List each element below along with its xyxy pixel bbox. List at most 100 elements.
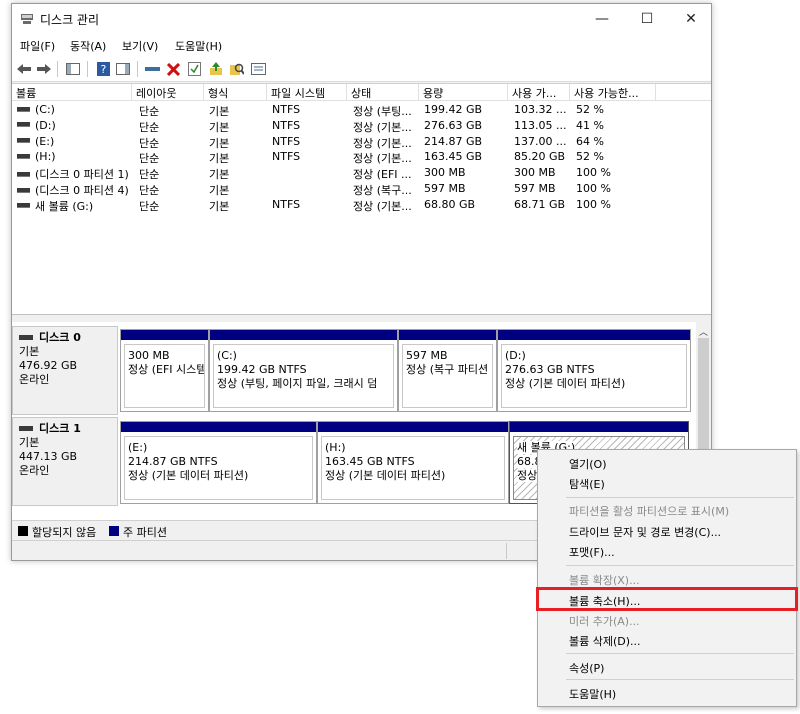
volume-cell: 103.32 ... xyxy=(514,103,566,118)
disk-0-state: 온라인 xyxy=(19,373,50,386)
partition-recovery[interactable]: 597 MB 정상 (복구 파티션 xyxy=(398,329,497,412)
context-menu-item[interactable]: 탐색(E) xyxy=(569,476,605,492)
partition-e[interactable]: (E:) 214.87 GB NTFS 정상 (기본 데이터 파티션) xyxy=(120,421,317,504)
connect-icon[interactable] xyxy=(143,60,161,78)
column-header-type[interactable]: 형식 xyxy=(204,84,267,101)
partition-size: 199.42 GB NTFS xyxy=(217,363,307,376)
volume-cell-text: 113.05 ... xyxy=(514,118,567,132)
context-menu-item[interactable]: 도움말(H) xyxy=(569,686,616,702)
volume-cell: NTFS xyxy=(272,119,300,134)
column-header-percent-free[interactable]: 사용 가능한... xyxy=(570,84,656,101)
volume-cell: 정상 (기본... xyxy=(353,135,412,150)
partition-title: (H:) xyxy=(325,441,346,454)
volume-cell-text: (C:) xyxy=(35,103,55,116)
disk-0-label[interactable]: 디스크 0 기본 476.92 GB 온라인 xyxy=(12,326,118,415)
partition-size: 276.63 GB NTFS xyxy=(505,363,595,376)
volume-name-cell[interactable]: (H:) xyxy=(16,150,56,165)
context-menu-item[interactable]: 포맷(F)... xyxy=(569,544,615,560)
partition-title: (E:) xyxy=(128,441,148,454)
partition-h[interactable]: (H:) 163.45 GB NTFS 정상 (기본 데이터 파티션) xyxy=(317,421,509,504)
volume-cell-text: 정상 (기본... xyxy=(353,120,412,134)
volume-name-cell[interactable]: (E:) xyxy=(16,135,54,150)
volume-cell-text: 137.00 ... xyxy=(514,134,567,148)
partition-status: 정상 (기본 데이터 파티션) xyxy=(128,469,249,482)
console-tree-icon[interactable] xyxy=(64,60,82,78)
volume-cell-text: 기본 xyxy=(209,105,230,118)
context-menu-item[interactable]: 볼륨 삭제(D)... xyxy=(569,633,641,649)
volume-cell: 기본 xyxy=(209,166,229,181)
volume-cell: 단순 xyxy=(139,135,159,150)
volume-cell-text: 기본 xyxy=(209,184,230,197)
disk-0-name: 디스크 0 xyxy=(39,331,81,344)
volume-name-cell[interactable]: (C:) xyxy=(16,103,55,118)
volume-cell: 597 MB xyxy=(424,182,466,197)
maximize-button[interactable]: ☐ xyxy=(625,4,669,34)
volume-cell: NTFS xyxy=(272,150,300,165)
partition-title: (D:) xyxy=(505,349,526,362)
volume-name-cell[interactable]: (디스크 0 파티션 4) xyxy=(16,182,129,197)
volume-cell-text: 단순 xyxy=(139,168,160,182)
back-icon[interactable] xyxy=(15,60,33,78)
column-header-filesystem[interactable]: 파일 시스템 xyxy=(267,84,347,101)
partition-c[interactable]: (C:) 199.42 GB NTFS 정상 (부팅, 페이지 파일, 크래시 덤 xyxy=(209,329,398,412)
volume-cell-text: 정상 (기본... xyxy=(353,152,412,166)
volume-cell: 52 % xyxy=(576,103,604,118)
close-button[interactable]: ✕ xyxy=(669,4,713,34)
volume-cell-text: 단순 xyxy=(139,120,160,134)
volume-name-cell[interactable]: (D:) xyxy=(16,119,56,134)
volume-cell-text: 정상 (기본... xyxy=(353,199,412,213)
delete-icon[interactable] xyxy=(164,60,182,78)
column-header-free-space[interactable]: 사용 가... xyxy=(508,84,570,101)
volume-cell: NTFS xyxy=(272,198,300,213)
menu-view[interactable]: 보기(V) xyxy=(122,38,158,54)
column-header-layout[interactable]: 레이아웃 xyxy=(132,84,204,101)
partition-status: 정상 (부팅, 페이지 파일, 크래시 덤 xyxy=(217,377,378,390)
volume-cell-text: NTFS xyxy=(272,197,301,211)
checklist-icon[interactable] xyxy=(185,60,203,78)
help-icon[interactable]: ? xyxy=(94,60,112,78)
volume-cell: 기본 xyxy=(209,182,229,197)
unallocated-swatch xyxy=(18,526,28,536)
volume-cell-text: 기본 xyxy=(209,120,230,134)
minimize-button[interactable]: — xyxy=(580,4,624,34)
partition-d[interactable]: (D:) 276.63 GB NTFS 정상 (기본 데이터 파티션) xyxy=(497,329,691,412)
context-menu-item[interactable]: 열기(O) xyxy=(569,456,606,472)
pane-splitter[interactable] xyxy=(12,314,711,322)
volume-name-cell[interactable]: (디스크 0 파티션 1) xyxy=(16,166,129,181)
partition-efi[interactable]: 300 MB 정상 (EFI 시스템 xyxy=(120,329,209,412)
forward-icon[interactable] xyxy=(35,60,53,78)
disk-icon xyxy=(19,425,33,431)
partition-status: 정상 (EFI 시스템 xyxy=(128,363,205,376)
scrollbar-thumb[interactable] xyxy=(698,338,709,450)
context-menu-item[interactable]: 드라이브 문자 및 경로 변경(C)... xyxy=(569,524,721,540)
volume-name-cell[interactable]: 새 볼륨 (G:) xyxy=(16,198,93,213)
menu-file[interactable]: 파일(F) xyxy=(20,38,55,54)
scroll-up-icon[interactable]: ︿ xyxy=(699,325,708,338)
volume-cell: 300 MB xyxy=(424,166,466,181)
column-header-status[interactable]: 상태 xyxy=(347,84,419,101)
volume-cell: 113.05 ... xyxy=(514,119,566,134)
volume-cell-text: (E:) xyxy=(35,134,55,148)
action-pane-icon[interactable] xyxy=(114,60,132,78)
volume-cell: 100 % xyxy=(576,198,611,213)
disk-1-label[interactable]: 디스크 1 기본 447.13 GB 온라인 xyxy=(12,417,118,506)
column-header-volume[interactable]: 볼륨 xyxy=(12,84,132,101)
menu-help[interactable]: 도움말(H) xyxy=(175,38,222,54)
export-icon[interactable] xyxy=(207,60,225,78)
window-title: 디스크 관리 xyxy=(40,13,100,27)
volume-cell-text: 597 MB xyxy=(514,182,556,195)
title-bar[interactable]: 디스크 관리 — ☐ ✕ xyxy=(12,4,711,34)
volume-cell-text: 기본 xyxy=(209,168,230,182)
legend-unallocated: 할당되지 않음 xyxy=(32,526,97,539)
context-menu-item[interactable]: 속성(P) xyxy=(569,660,604,676)
volume-cell: 정상 (기본... xyxy=(353,198,412,213)
search-icon[interactable] xyxy=(228,60,246,78)
volume-cell: 단순 xyxy=(139,150,159,165)
volume-cell: 기본 xyxy=(209,150,229,165)
properties-icon[interactable] xyxy=(249,60,267,78)
volume-cell: 276.63 GB xyxy=(424,119,482,134)
volume-cell: 기본 xyxy=(209,198,229,213)
menu-action[interactable]: 동작(A) xyxy=(70,38,106,54)
column-header-capacity[interactable]: 용량 xyxy=(419,84,508,101)
volume-cell-text: 정상 (EFI ... xyxy=(353,168,412,182)
